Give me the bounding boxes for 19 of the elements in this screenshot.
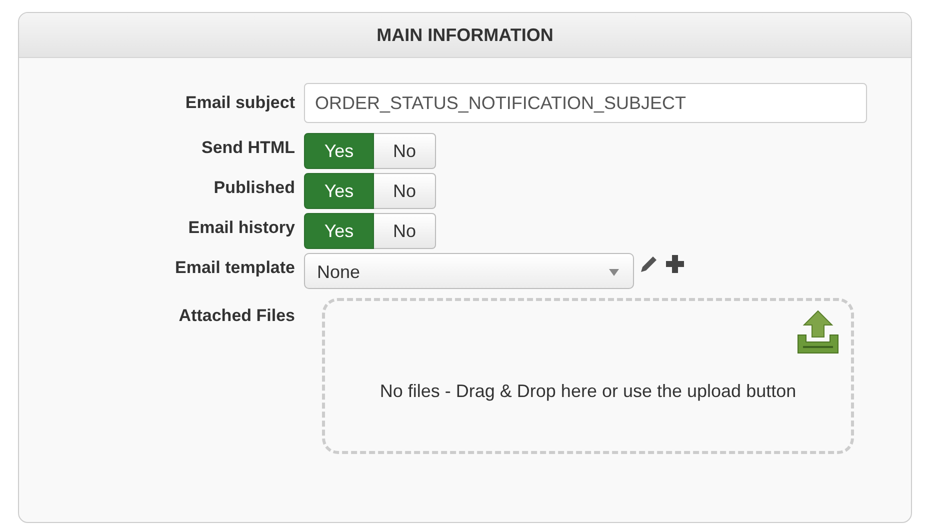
- field-label: Email template: [174, 257, 296, 279]
- field-label: Email subject: [184, 92, 296, 114]
- field-label: Send HTML: [200, 137, 296, 159]
- template-dropdown[interactable]: None: [304, 253, 634, 289]
- toggle-option[interactable]: Yes: [304, 213, 374, 249]
- upload-icon[interactable]: [795, 309, 841, 355]
- input-field[interactable]: ORDER_STATUS_NOTIFICATION_SUBJECT: [304, 83, 867, 123]
- toggle-option[interactable]: Yes: [304, 173, 374, 209]
- toggle-option[interactable]: No: [374, 173, 436, 209]
- toggle-option[interactable]: Yes: [304, 133, 374, 169]
- toggle-option[interactable]: No: [374, 133, 436, 169]
- drop-zone[interactable]: No files - Drag & Drop here or use the upload button: [322, 298, 854, 454]
- panel-title: MAIN INFORMATION: [376, 24, 554, 46]
- field-label: Published: [212, 177, 296, 199]
- field-label: Email history: [187, 217, 296, 239]
- add-icon[interactable]: [664, 253, 686, 275]
- toggle-option[interactable]: No: [374, 213, 436, 249]
- field-label: Attached Files: [178, 305, 296, 327]
- dropzone-message: No files - Drag & Drop here or use the upload button: [380, 380, 796, 402]
